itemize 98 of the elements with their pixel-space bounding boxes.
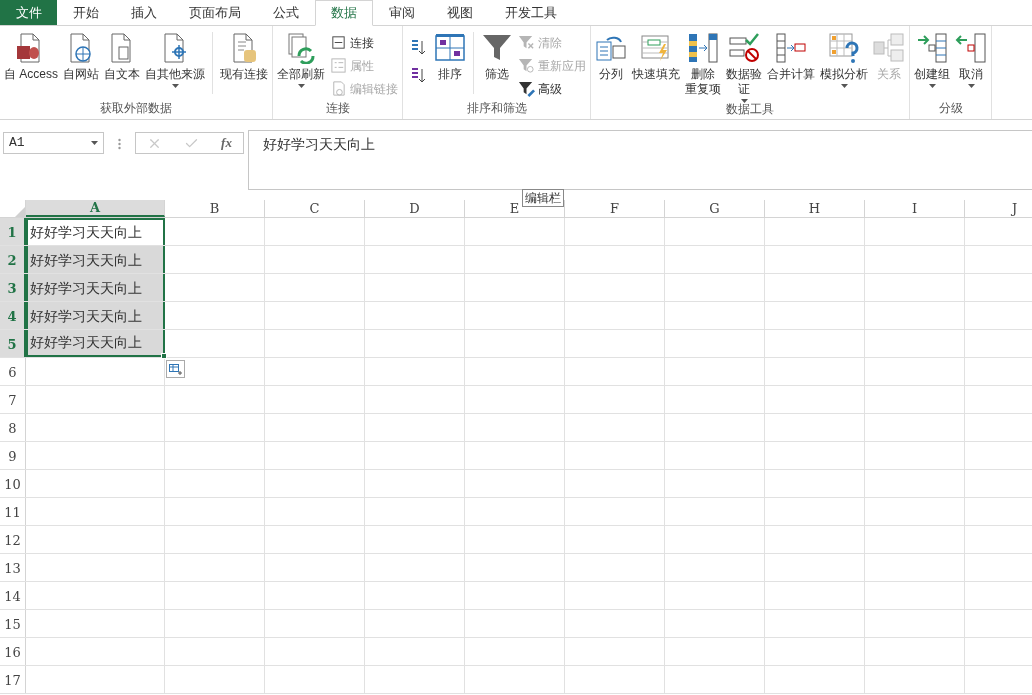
table-icon [169,363,182,375]
group-rows-icon [916,32,948,64]
filter-pencil-icon [518,80,535,97]
button-label: 重复项 [685,82,721,97]
button-label: 合并计算 [767,67,815,82]
group-label: 连接 [324,100,351,118]
ribbon-button[interactable]: 自 Access [2,32,60,82]
ribbon-tab[interactable]: 公式 [257,0,315,25]
button-label: 现有连接 [220,67,268,82]
filter-clear-icon [518,34,535,51]
row-header[interactable]: 2 [0,246,26,273]
group-label: 数据工具 [725,101,775,118]
column-header[interactable]: F [565,200,665,217]
button-label: 全部刷新 [277,67,325,82]
connection-icon [330,34,347,51]
button-label: 筛选 [485,67,509,82]
button-label: 自其他来源 [145,67,205,82]
check-list-icon [728,32,760,64]
table-cell-text: 好好学习天天向上 [29,251,142,270]
group-label: 排序和筛选 [465,100,528,118]
row-header[interactable]: 1 [0,218,26,245]
ribbon-button[interactable]: 自其他来源 [143,32,207,88]
ribbon-button[interactable]: 全部刷新 [275,32,327,88]
button-label: 自网站 [63,67,99,82]
column-header[interactable]: D [365,200,465,217]
ribbon-tab[interactable]: 开发工具 [489,0,573,25]
ribbon-button[interactable]: 合并计算 [765,32,817,82]
button-label: 数据验 [726,67,762,82]
ribbon-small-button[interactable]: 连接 [330,33,398,52]
button-label: 自 Access [4,67,58,82]
name-box[interactable]: A1 [3,132,104,154]
file-tab[interactable]: 文件 [0,0,57,25]
formula-bar[interactable]: 好好学习天天向上 [248,130,1032,190]
button-label: 自文本 [104,67,140,82]
ribbon-tab[interactable]: 开始 [57,0,115,25]
ribbon-button[interactable]: 自网站 [61,32,101,82]
sort-grid-icon [434,32,466,64]
ribbon-tab[interactable]: 页面布局 [173,0,257,25]
button-label: 删除 [690,67,716,82]
column-header[interactable]: J [965,200,1032,217]
properties-icon [330,57,347,74]
fill-handle[interactable] [161,353,167,359]
question-grid-icon [828,32,860,64]
caret-icon [91,141,98,145]
table-cell-text: 好好学习天天向上 [29,307,142,326]
group-label: 获取外部数据 [99,100,173,118]
column-header[interactable]: B [165,200,265,217]
ribbon-button[interactable]: 筛选 [479,32,515,82]
drag-handle-icon[interactable] [118,138,121,150]
column-header[interactable]: G [665,200,765,217]
ribbon-button[interactable]: 分列 [593,32,629,82]
button-label: 取消 [959,67,983,82]
ribbon-button[interactable]: 现有连接 [218,32,270,82]
group-label: 分级 [937,100,964,118]
table-cell-text: 好好学习天天向上 [29,223,142,242]
ribbon-button[interactable]: 快速填充 [630,32,682,82]
merge-table-icon [775,32,807,64]
sort-descending-icon [409,66,427,84]
ribbon-tab[interactable]: 视图 [431,0,489,25]
ribbon-tab[interactable]: 插入 [115,0,173,25]
ribbon-tab[interactable]: 审阅 [373,0,431,25]
row-header[interactable]: 4 [0,302,26,329]
ribbon-button[interactable]: 创建组 [912,32,952,88]
ribbon-button[interactable]: 删除 重复项 [683,32,723,97]
quick-analysis-button[interactable] [166,360,185,378]
button-label: 排序 [438,67,462,82]
button-label: 分列 [599,67,623,82]
table-cell-text: 好好学习天天向上 [29,279,142,298]
column-header[interactable]: C [265,200,365,217]
sort-button[interactable] [409,38,427,56]
ribbon-button[interactable]: 取消 [953,32,989,88]
row-header[interactable]: 3 [0,274,26,301]
link-document-icon [330,80,347,97]
button-label: 创建组 [914,67,950,82]
duplicate-columns-icon [687,32,719,64]
function-button[interactable]: fx [221,133,232,153]
row-header[interactable]: 5 [0,330,26,357]
column-header[interactable]: A [26,200,165,217]
button-label: 模拟分析 [820,67,868,82]
column-header[interactable]: I [865,200,965,217]
sort-ascending-icon [409,38,427,56]
button-label: 证 [737,82,751,97]
ungroup-rows-icon [955,32,987,64]
filter-refresh-icon [518,57,535,74]
ribbon-button[interactable]: 排序 [432,32,468,82]
tables-relation-icon [873,32,905,64]
ribbon-tab[interactable]: 数据 [315,0,373,26]
ribbon-button[interactable]: 数据验 证 [724,32,764,103]
ribbon-small-button[interactable]: 高级 [518,79,586,98]
ribbon-button[interactable]: 模拟分析 [818,32,870,88]
table-cell-text: 好好学习天天向上 [29,333,142,352]
sort-button[interactable] [409,66,427,84]
refresh-pages-icon [285,32,317,64]
button-label: 关系 [877,67,901,82]
ribbon-button[interactable]: 自文本 [102,32,142,82]
tooltip: 编辑栏 [522,189,564,207]
column-header[interactable]: H [765,200,865,217]
button-label: 快速填充 [632,67,680,82]
